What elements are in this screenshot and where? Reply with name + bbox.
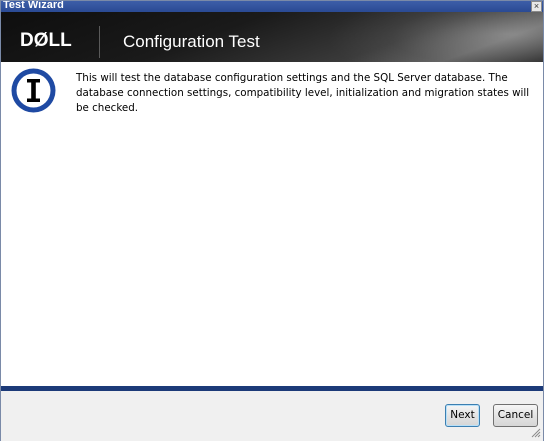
dell-logo: DØLL [20,30,72,49]
resize-grip-icon[interactable] [531,428,541,438]
title-bar[interactable]: Test Wizard × [1,1,543,12]
info-icon [11,68,56,113]
close-button[interactable]: × [531,1,542,12]
window-title: Test Wizard [3,1,64,11]
header-banner: DØLL Configuration Test [1,12,543,62]
cancel-button[interactable]: Cancel [493,404,538,427]
description-text: This will test the database configuratio… [76,72,530,114]
banner-divider [99,26,100,58]
close-icon: × [533,1,540,11]
dell-logo-text: DØLL [20,30,72,49]
page-title: Configuration Test [123,32,260,51]
wizard-window: Test Wizard × DØLL Configuration Test Th… [0,0,544,441]
next-button[interactable]: Next [445,404,480,427]
banner-swoosh [308,12,543,62]
